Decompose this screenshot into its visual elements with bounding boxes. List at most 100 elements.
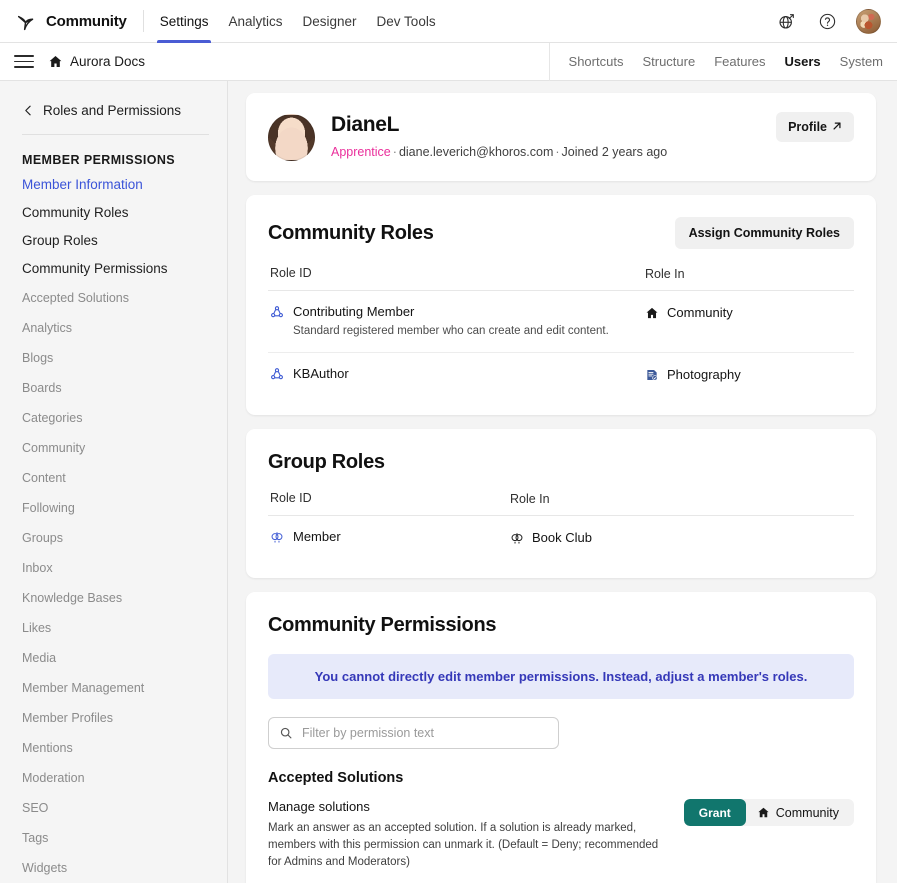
assign-community-roles-button[interactable]: Assign Community Roles [674, 217, 854, 249]
sidebar-item-moderation[interactable]: Moderation [0, 763, 227, 793]
grant-button[interactable]: Grant [683, 799, 746, 826]
role-name: Contributing Member [293, 304, 415, 319]
member-profile-card: DianeL Apprentice · diane.leverich@khoros.… [246, 93, 876, 181]
table-row[interactable]: KBAuthor Photography [268, 353, 854, 395]
community-roles-card: Community Roles Assign Community Roles R… [246, 195, 876, 415]
column-header-role-id: Role ID [270, 266, 312, 280]
brand-name: Community [46, 12, 127, 30]
group-roles-title: Group Roles [268, 451, 385, 473]
column-header-role-in: Role In [510, 492, 550, 506]
sidebar-item-accepted-solutions[interactable]: Accepted Solutions [0, 283, 227, 313]
sidebar-item-knowledge-bases[interactable]: Knowledge Bases [0, 583, 227, 613]
sidebar-item-following[interactable]: Following [0, 493, 227, 523]
role-id-cell: KBAuthor [270, 366, 645, 382]
top-bar-actions [774, 8, 883, 34]
account-avatar[interactable] [856, 8, 881, 34]
tab-analytics[interactable]: Analytics [228, 0, 282, 43]
sidebar-item-analytics[interactable]: Analytics [0, 313, 227, 343]
back-to-roles-and-permissions[interactable]: Roles and Permissions [0, 103, 227, 118]
hamburger-menu-icon[interactable] [14, 52, 34, 72]
tab-dev-tools[interactable]: Dev Tools [377, 0, 436, 43]
brand-divider [142, 10, 144, 32]
group-roles-card: Group Roles Role ID Role In Member Book … [246, 429, 876, 578]
table-row[interactable]: Contributing Member Standard registered … [268, 291, 854, 353]
sidebar-item-categories[interactable]: Categories [0, 403, 227, 433]
role-in-cell: Book Club [510, 529, 852, 545]
knowledge-base-icon [645, 368, 659, 382]
home-icon [757, 806, 770, 819]
view-profile-label: Profile [788, 120, 827, 134]
sidebar-item-member-profiles[interactable]: Member Profiles [0, 703, 227, 733]
top-tab-list: Settings Analytics Designer Dev Tools [156, 0, 436, 43]
home-icon [48, 54, 63, 69]
community-roles-table-head: Role ID Role In [268, 266, 854, 291]
permission-filter [268, 717, 559, 749]
sidebar-item-mentions[interactable]: Mentions [0, 733, 227, 763]
back-label: Roles and Permissions [43, 103, 182, 118]
sub-tab-system[interactable]: System [840, 54, 883, 69]
breadcrumb[interactable]: Aurora Docs [70, 54, 145, 69]
sidebar-item-media[interactable]: Media [0, 643, 227, 673]
sub-tab-structure[interactable]: Structure [642, 54, 695, 69]
sidebar-item-community[interactable]: Community [0, 433, 227, 463]
permission-info: Manage solutions Mark an answer as an ac… [268, 799, 684, 871]
group-members-icon [510, 531, 524, 545]
role-id-cell: Member [270, 529, 510, 545]
community-permissions-header: Community Permissions [268, 614, 854, 637]
sidebar-item-widgets[interactable]: Widgets [0, 853, 227, 883]
sidebar-item-content[interactable]: Content [0, 463, 227, 493]
sidebar-item-community-permissions[interactable]: Community Permissions [0, 255, 227, 283]
sidebar-item-seo[interactable]: SEO [0, 793, 227, 823]
sidebar-item-likes[interactable]: Likes [0, 613, 227, 643]
group-roles-header: Group Roles [268, 451, 854, 474]
khoros-logo-icon[interactable] [14, 10, 36, 32]
search-input[interactable] [268, 717, 559, 749]
help-circle-icon[interactable] [815, 9, 839, 33]
role-scope-label: Community [667, 305, 733, 320]
column-header-role-in: Role In [645, 267, 685, 281]
meta-separator-1: · [392, 145, 397, 159]
permissions-info-banner: You cannot directly edit member permissi… [268, 654, 854, 699]
page-title: DianeL [331, 113, 400, 136]
main-content: DianeL Apprentice · diane.leverich@khoros.… [228, 81, 897, 883]
sub-tab-shortcuts[interactable]: Shortcuts [569, 54, 624, 69]
permission-description: Mark an answer as an accepted solution. … [268, 822, 659, 868]
sub-tab-users[interactable]: Users [785, 54, 821, 69]
external-link-arrow-icon [832, 120, 842, 134]
permission-group-title: Accepted Solutions [268, 770, 404, 786]
community-roles-table: Role ID Role In Contributing Member Stan… [268, 266, 854, 395]
meta-separator-2: · [555, 145, 560, 159]
permission-name: Manage solutions [268, 799, 370, 814]
sidebar-item-member-information[interactable]: Member Information [0, 171, 227, 199]
sidebar-item-groups[interactable]: Groups [0, 523, 227, 553]
sidebar-item-blogs[interactable]: Blogs [0, 343, 227, 373]
sidebar-item-boards[interactable]: Boards [0, 373, 227, 403]
sidebar-item-tags[interactable]: Tags [0, 823, 227, 853]
role-group-icon [270, 305, 284, 319]
permission-row: Manage solutions Mark an answer as an ac… [268, 799, 854, 871]
view-profile-button[interactable]: Profile [776, 112, 854, 142]
community-permissions-card: Community Permissions You cannot directl… [246, 592, 876, 883]
tab-designer[interactable]: Designer [303, 0, 357, 43]
sidebar-section-heading: MEMBER PERMISSIONS [22, 153, 176, 167]
role-name: KBAuthor [293, 366, 349, 381]
column-header-role-id: Role ID [270, 491, 312, 505]
home-icon [645, 306, 659, 320]
member-joined: Joined 2 years ago [561, 145, 668, 159]
sidebar-item-community-roles[interactable]: Community Roles [0, 199, 227, 227]
member-avatar [268, 114, 315, 161]
globe-external-link-icon[interactable] [774, 9, 798, 33]
role-scope-label: Photography [667, 367, 741, 382]
sidebar-item-member-management[interactable]: Member Management [0, 673, 227, 703]
chevron-left-icon [22, 104, 35, 117]
tab-settings[interactable]: Settings [156, 0, 212, 43]
sidebar-item-inbox[interactable]: Inbox [0, 553, 227, 583]
member-meta: Apprentice · diane.leverich@khoros.com · Joi… [331, 145, 667, 159]
community-permissions-title: Community Permissions [268, 614, 497, 636]
secondary-navigation-bar: Aurora Docs Shortcuts Structure Features… [0, 42, 897, 81]
role-description: Standard registered member who can creat… [293, 325, 609, 337]
sidebar-item-group-roles[interactable]: Group Roles [0, 227, 227, 255]
sub-tab-features[interactable]: Features [714, 54, 765, 69]
settings-sidebar: Roles and Permissions MEMBER PERMISSIONS… [0, 81, 228, 883]
table-row[interactable]: Member Book Club [268, 516, 854, 558]
